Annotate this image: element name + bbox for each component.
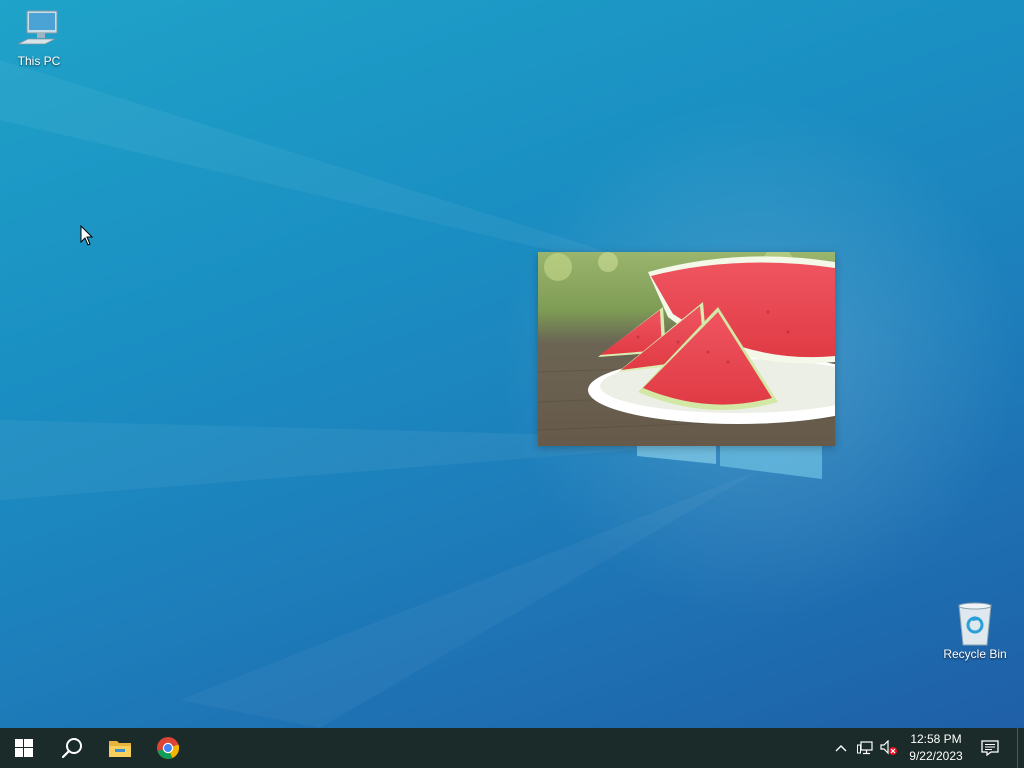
action-center-button[interactable]: [971, 728, 1009, 768]
file-explorer-button[interactable]: [96, 728, 144, 768]
taskbar: 12:58 PM 9/22/2023: [0, 728, 1024, 768]
search-icon: [61, 738, 82, 759]
computer-icon: [15, 8, 63, 52]
file-explorer-icon: [109, 741, 131, 757]
wallpaper-light-rays: [0, 0, 1024, 728]
watermelon-slices-photo: [538, 252, 835, 446]
chevron-up-icon: [835, 745, 847, 752]
desktop-background: This PC Recycle Bin: [0, 0, 1024, 728]
desktop-icon-label: This PC: [17, 54, 61, 68]
chrome-button[interactable]: [144, 728, 192, 768]
system-tray: 12:58 PM 9/22/2023: [829, 728, 1024, 768]
desktop-icon-recycle-bin[interactable]: Recycle Bin: [937, 601, 1013, 661]
clock-date: 9/22/2023: [909, 749, 963, 763]
mouse-pointer-icon: [80, 225, 94, 246]
notification-icon: [981, 740, 999, 756]
network-button[interactable]: [853, 728, 877, 768]
clock-button[interactable]: 12:58 PM 9/22/2023: [901, 728, 971, 768]
chrome-icon: [157, 737, 180, 759]
network-icon: [857, 741, 873, 755]
windows-start-icon: [15, 739, 33, 757]
desktop-icon-this-pc[interactable]: This PC: [1, 8, 77, 68]
recycle-bin-icon: [951, 601, 999, 646]
show-hidden-icons-button[interactable]: [829, 728, 853, 768]
volume-muted-icon: [880, 740, 897, 755]
desktop-icon-label: Recycle Bin: [943, 647, 1007, 661]
clock-time: 12:58 PM: [910, 732, 962, 746]
search-button[interactable]: [48, 728, 96, 768]
volume-button[interactable]: [877, 728, 901, 768]
show-desktop-button[interactable]: [1017, 728, 1024, 768]
start-button[interactable]: [0, 728, 48, 768]
watermelon-photo[interactable]: [538, 252, 835, 446]
